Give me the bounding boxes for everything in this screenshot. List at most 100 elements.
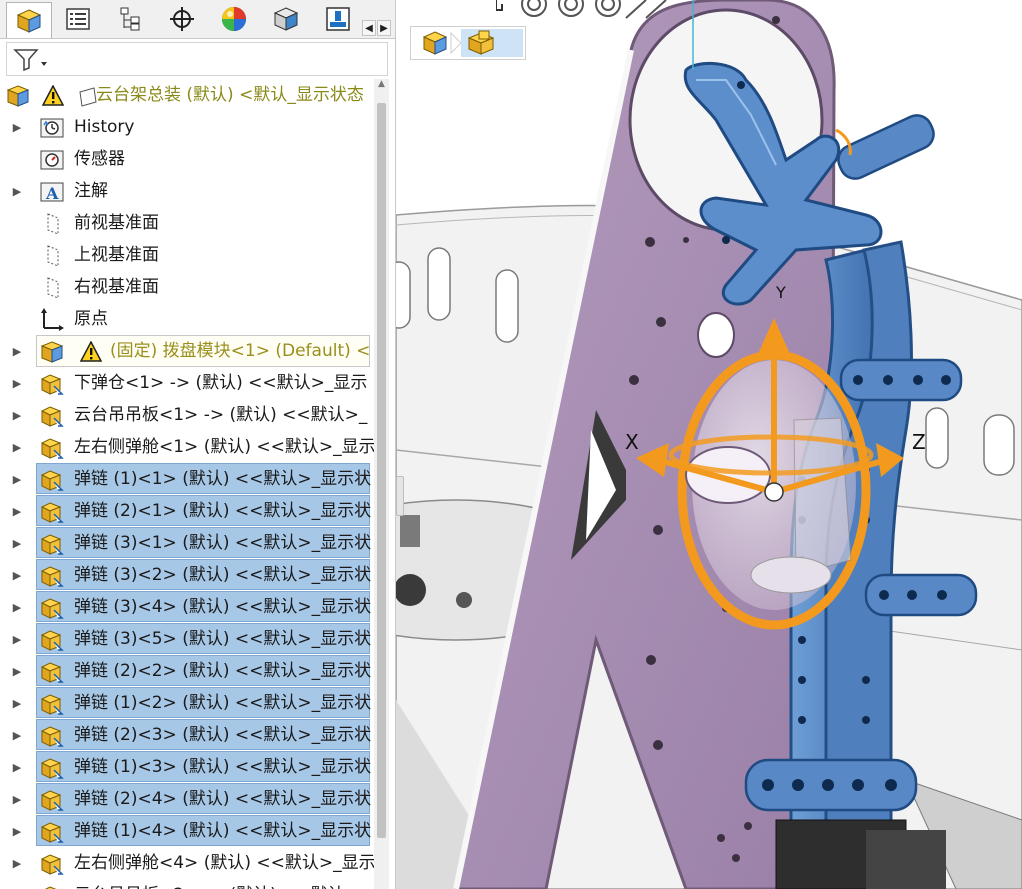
tree-item-label: 弹链 (1)<4> (默认) <<默认>_显示状 — [74, 821, 372, 841]
expand-arrow-icon[interactable]: ▶ — [12, 375, 22, 391]
tree-item-label: 左右侧弹舱<4> (默认) <<默认>_显示 — [74, 853, 376, 873]
tree-item[interactable]: ▶ 弹链 (1)<4> (默认) <<默认>_显示状 — [0, 815, 372, 847]
tree-item[interactable]: ▶ 弹链 (1)<1> (默认) <<默认>_显示状 — [0, 463, 371, 495]
panel-splitter[interactable] — [396, 476, 404, 516]
part-cube-icon — [467, 30, 495, 55]
part-icon — [40, 564, 64, 588]
root-assembly-label: 云台架总装 (默认) <默认_显示状态 — [96, 85, 364, 105]
tree-item-label: 弹链 (3)<4> (默认) <<默认>_显示状 — [74, 597, 372, 617]
tree-filter-bar[interactable] — [6, 42, 388, 76]
annotation-icon: A — [40, 180, 64, 204]
expand-arrow-icon[interactable]: ▶ — [12, 727, 22, 743]
expand-arrow-icon[interactable]: ▶ — [12, 855, 22, 871]
part-icon — [40, 500, 64, 524]
part-icon — [40, 724, 64, 748]
tree-item-label: 原点 — [74, 309, 108, 329]
part-icon — [40, 852, 64, 876]
assembly-cube-icon — [16, 8, 42, 33]
tree-item[interactable]: 右视基准面 — [0, 271, 370, 303]
tree-item[interactable]: ▶ 弹链 (3)<4> (默认) <<默认>_显示状 — [0, 591, 372, 623]
tree-item-label: 右视基准面 — [74, 277, 159, 297]
tree-item[interactable]: ▶ 弹链 (2)<3> (默认) <<默认>_显示状 — [0, 719, 371, 751]
tree-root-assembly[interactable]: 云台架总装 (默认) <默认_显示状态 — [0, 79, 370, 111]
tree-scrollbar[interactable]: ▲ — [374, 79, 389, 889]
breadcrumb-part[interactable] — [461, 29, 523, 57]
history-icon — [40, 116, 64, 140]
tree-item-label: 弹链 (1)<3> (默认) <<默认>_显示状 — [74, 757, 372, 777]
cam-cube-icon — [273, 7, 299, 31]
expand-arrow-icon[interactable]: ▶ — [12, 119, 22, 135]
tree-item[interactable]: ▶ 下弹仓<1> -> (默认) <<默认>_显示 — [0, 367, 370, 399]
tree-item[interactable]: ▶ (固定) 拨盘模块<1> (Default) < — [0, 335, 370, 367]
assembly-cube-icon — [422, 31, 462, 55]
tree-item[interactable]: ▶ A 注解 — [0, 175, 370, 207]
tree-item[interactable]: ▶ History — [0, 111, 370, 143]
expand-arrow-icon[interactable]: ▶ — [12, 439, 22, 455]
feature-manager-tab[interactable] — [6, 2, 52, 38]
expand-arrow-icon[interactable]: ▶ — [12, 183, 22, 199]
assembly-scene[interactable] — [396, 0, 1022, 889]
tree-item[interactable]: 前视基准面 — [0, 207, 370, 239]
dimxpert-tab[interactable] — [160, 2, 204, 36]
property-list-icon — [66, 8, 90, 30]
tree-item-label: 弹链 (3)<2> (默认) <<默认>_显示状 — [74, 565, 372, 585]
tree-item[interactable]: 上视基准面 — [0, 239, 370, 271]
expand-arrow-icon[interactable]: ▶ — [12, 631, 22, 647]
heads-up-view-toolbar — [495, 0, 706, 20]
expand-arrow-icon[interactable]: ▶ — [12, 823, 22, 839]
tree-item[interactable]: ▶ 左右侧弹舱<1> (默认) <<默认>_显示 — [0, 431, 376, 463]
tree-item[interactable]: ▶ 弹链 (2)<4> (默认) <<默认>_显示状 — [0, 783, 371, 815]
breadcrumb-assembly[interactable] — [413, 29, 462, 57]
scrollbar-thumb[interactable] — [377, 103, 386, 838]
expand-arrow-icon[interactable]: ▶ — [12, 567, 22, 583]
subassembly-icon — [40, 340, 64, 364]
expand-arrow-icon[interactable]: ▶ — [12, 503, 22, 519]
tree-item[interactable]: ▶ 弹链 (2)<2> (默认) <<默认>_显示状 — [0, 655, 371, 687]
expand-arrow-icon[interactable]: ▶ — [12, 343, 22, 359]
warning-icon — [79, 340, 103, 363]
feature-tree: 云台架总装 (默认) <默认_显示状态 ▶ History 传感器 ▶ A 注解 前视基准面上… — [0, 79, 376, 889]
expand-arrow-icon[interactable]: ▶ — [12, 759, 22, 775]
scroll-up-arrow[interactable]: ▲ — [374, 79, 389, 93]
expand-arrow-icon[interactable]: ▶ — [12, 663, 22, 679]
expand-arrow-icon[interactable]: ▶ — [12, 471, 22, 487]
tab-scroll-right-button[interactable]: ▶ — [377, 20, 391, 36]
plane-icon — [40, 276, 64, 300]
tree-item[interactable]: ▶云台吊吊板<2> -> (默认) <<默认>_ — [0, 879, 370, 889]
graphics-viewport[interactable]: X Y Z — [396, 0, 1022, 889]
simulation-icon — [326, 7, 350, 31]
tree-item[interactable]: 原点 — [0, 303, 370, 335]
simulation-tab[interactable] — [316, 2, 360, 36]
tree-item[interactable]: ▶ 弹链 (3)<1> (默认) <<默认>_显示状 — [0, 527, 371, 559]
display-manager-tab[interactable] — [212, 2, 256, 36]
expand-arrow-icon[interactable]: ▶ — [12, 599, 22, 615]
tree-item[interactable]: ▶ 云台吊吊板<1> -> (默认) <<默认>_ — [0, 399, 370, 431]
triad-z-label: Z — [912, 430, 926, 454]
filter-funnel-icon[interactable] — [13, 48, 49, 72]
tree-item[interactable]: ▶ 弹链 (3)<5> (默认) <<默认>_显示状 — [0, 623, 371, 655]
expand-arrow-icon[interactable]: ▶ — [12, 535, 22, 551]
tab-scroll-left-button[interactable]: ◀ — [362, 20, 376, 36]
tree-item[interactable]: ▶ 弹链 (2)<1> (默认) <<默认>_显示状 — [0, 495, 371, 527]
tree-item-label: 云台吊吊板<2> -> (默认) <<默认>_ — [74, 885, 367, 889]
expand-arrow-icon[interactable]: ▶ — [12, 791, 22, 807]
tree-item[interactable]: 传感器 — [0, 143, 370, 175]
assembly-cube-icon — [6, 84, 30, 108]
appearance-sphere-icon — [222, 7, 246, 31]
property-manager-tab[interactable] — [56, 2, 100, 36]
expand-arrow-icon[interactable]: ▶ — [12, 695, 22, 711]
tree-item[interactable]: ▶ 弹链 (1)<3> (默认) <<默认>_显示状 — [0, 751, 372, 783]
part-icon — [40, 372, 64, 396]
tree-item[interactable]: ▶ 弹链 (1)<2> (默认) <<默认>_显示状 — [0, 687, 371, 719]
expand-arrow-icon[interactable]: ▶ — [12, 407, 22, 423]
tree-item-label: 下弹仓<1> -> (默认) <<默认>_显示 — [74, 373, 368, 393]
part-icon — [40, 468, 64, 492]
tree-item-label: 上视基准面 — [74, 245, 159, 265]
tree-item[interactable]: ▶ 左右侧弹舱<4> (默认) <<默认>_显示 — [0, 847, 376, 879]
view-toolbar-icons[interactable] — [495, 0, 706, 20]
tree-item-label: History — [74, 117, 135, 137]
origin-icon — [40, 308, 64, 332]
tree-item[interactable]: ▶ 弹链 (3)<2> (默认) <<默认>_显示状 — [0, 559, 372, 591]
configuration-manager-tab[interactable] — [108, 2, 152, 36]
cam-tab[interactable] — [264, 2, 308, 36]
